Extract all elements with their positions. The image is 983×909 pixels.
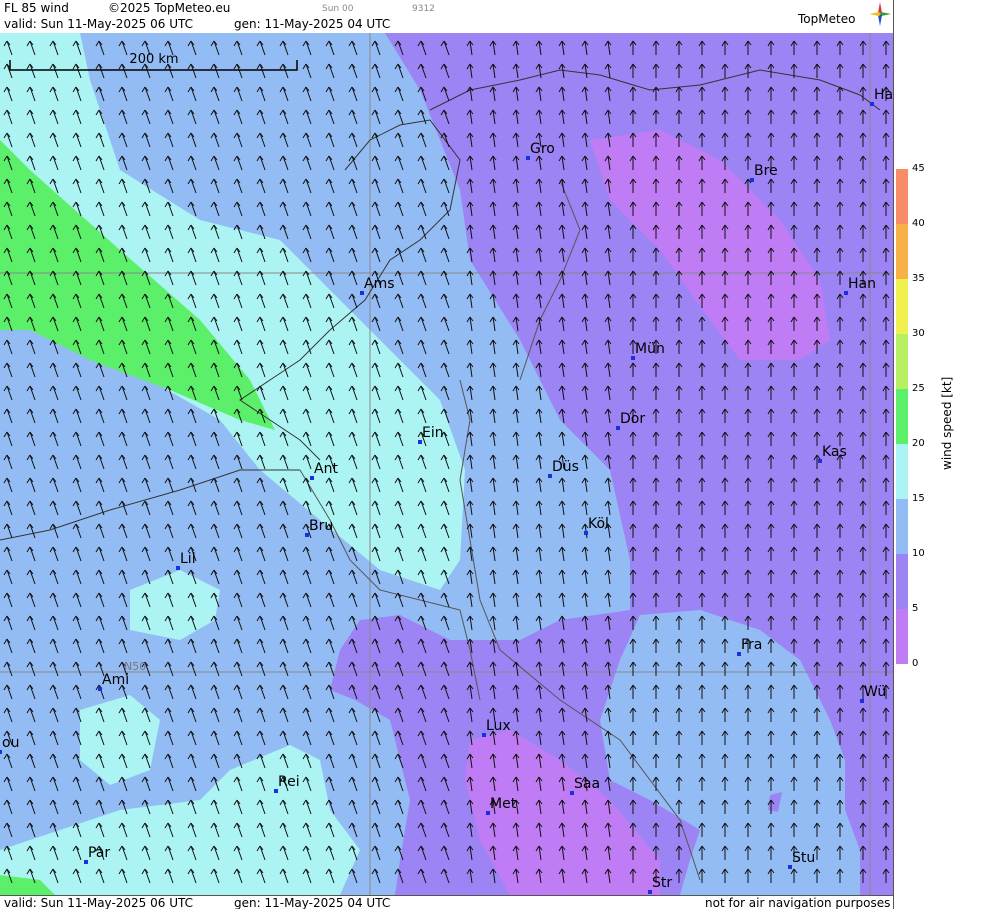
city-label: Lux (486, 718, 511, 734)
legend-tick-label: 35 (912, 273, 925, 284)
city-label: Köl (588, 516, 609, 532)
topmeteo-logo: TopMeteo (798, 12, 856, 26)
product-title: FL 85 wind (4, 1, 69, 15)
legend-tick-label: 40 (912, 218, 925, 229)
run-code: 9312 (412, 4, 435, 14)
copyright: ©2025 TopMeteo.eu (108, 1, 231, 15)
legend-swatch-40-45 (896, 169, 908, 224)
city-label: Wü (864, 684, 887, 700)
city-label: Fra (741, 637, 763, 653)
legend-swatch-15-20 (896, 444, 908, 499)
city-label: Ein (422, 425, 444, 441)
map-footer: valid: Sun 11-May-2025 06 UTC gen: 11-Ma… (0, 895, 893, 909)
scale-bar-label: 200 km (129, 52, 178, 67)
legend-tick-label: 5 (912, 603, 919, 614)
city-label: Mün (635, 341, 665, 357)
legend-tick-label: 0 (912, 658, 919, 669)
legend-tick-label: 25 (912, 383, 925, 394)
valid-time: valid: Sun 11-May-2025 06 UTC (4, 17, 193, 31)
city-label: Ams (364, 276, 395, 292)
map-header: FL 85 wind ©2025 TopMeteo.eu Sun 00 9312… (0, 0, 893, 34)
legend-tick-label: 15 (912, 493, 925, 504)
city-label: Gro (530, 141, 555, 157)
city-label: Dor (620, 411, 646, 427)
legend-swatch-5-10 (896, 554, 908, 609)
city-label: Stu (792, 850, 816, 866)
city-label: Kas (822, 444, 847, 460)
legend-swatch-20-25 (896, 389, 908, 444)
legend-swatch-35-40 (896, 224, 908, 279)
legend-swatch-25-30 (896, 334, 908, 389)
city-label: Saa (574, 776, 601, 792)
city-label: Düs (552, 459, 579, 475)
city-label: Str (652, 875, 673, 891)
legend-swatch-10-15 (896, 499, 908, 554)
city-label: ou (2, 735, 20, 751)
disclaimer: not for air navigation purposes (705, 896, 891, 909)
city-label: Ha (874, 87, 894, 103)
city-label: Met (490, 796, 517, 812)
city-label: Han (848, 276, 876, 292)
city-label: Par (88, 845, 111, 861)
legend-swatch-30-35 (896, 279, 908, 334)
city-label: Lil (180, 551, 196, 567)
city-label: Bru (309, 518, 334, 534)
city-label: Bre (754, 163, 778, 179)
generation-time: gen: 11-May-2025 04 UTC (234, 17, 391, 31)
legend-tick-label: 20 (912, 438, 925, 449)
footer-generation-time: gen: 11-May-2025 04 UTC (234, 896, 391, 909)
city-label: Rei (278, 774, 300, 790)
legend-tick-label: 45 (912, 163, 925, 174)
legend-label: wind speed [kt] (940, 376, 954, 470)
legend-tick-label: 10 (912, 548, 925, 559)
city-label: Ant (314, 461, 338, 477)
wind-speed-legend (893, 0, 983, 909)
compass-star-icon (869, 2, 891, 26)
legend-tick-label: 30 (912, 328, 925, 339)
day-code: Sun 00 (322, 4, 354, 14)
city-label: Ami (102, 672, 130, 688)
footer-valid-time: valid: Sun 11-May-2025 06 UTC (4, 896, 193, 909)
legend-swatch-0-5 (896, 609, 908, 664)
